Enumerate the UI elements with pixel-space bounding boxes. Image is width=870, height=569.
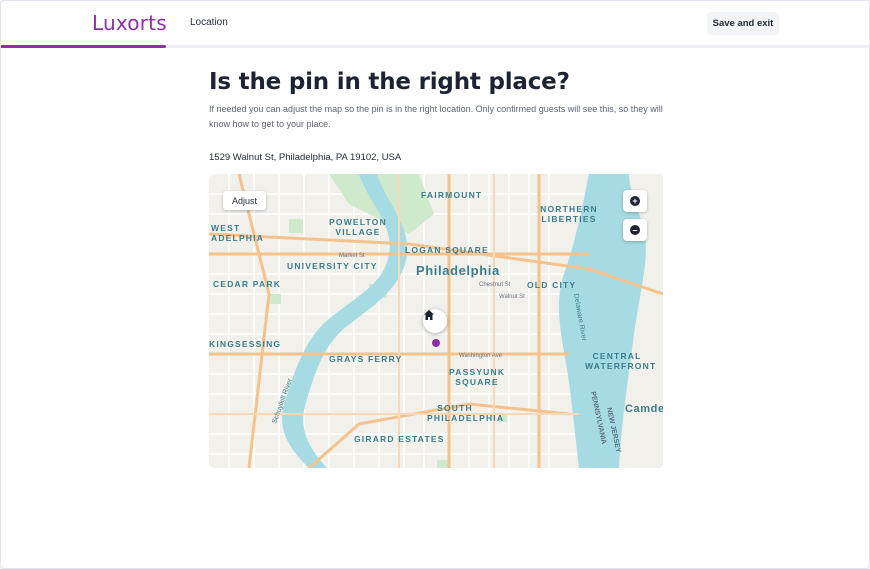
map-label-philadelphia: Philadelphia (416, 263, 500, 278)
location-pin-marker[interactable] (423, 309, 447, 333)
page-title: Is the pin in the right place? (209, 69, 570, 95)
pin-location-dot (432, 339, 440, 347)
map-label-logan-square: LOGAN SQUARE (405, 245, 489, 255)
map-label-kingsessing: KINGSESSING (209, 339, 282, 349)
save-and-exit-button[interactable]: Save and exit (707, 12, 779, 35)
app-frame: Luxorts Location Save and exit Is the pi… (0, 0, 870, 569)
progress-bar (1, 45, 166, 48)
map-label-grays-ferry: GRAYS FERRY (329, 354, 403, 364)
map-view[interactable]: Market St Chestnut St Walnut St Washingt… (209, 174, 663, 468)
map-label-west-philadelphia: WEST ADELPHIA (211, 223, 265, 243)
map-label-passyunk-square: PASSYUNK SQUARE (449, 367, 506, 387)
minus-icon: – (630, 225, 640, 235)
map-label-old-city: OLD CITY (527, 280, 577, 290)
progress-track (1, 45, 869, 48)
street-label-washington: Washington Ave (459, 353, 503, 359)
map-label-university-city: UNIVERSITY CITY (287, 261, 378, 271)
plus-icon: + (630, 196, 640, 206)
street-label-market: Market St (339, 253, 365, 259)
map-label-camden: Camde (625, 403, 663, 415)
step-title-location: Location (190, 17, 228, 28)
page-subtitle: If needed you can adjust the map so the … (209, 104, 663, 129)
home-icon (424, 310, 434, 320)
zoom-out-button[interactable]: – (623, 219, 647, 241)
zoom-in-button[interactable]: + (623, 190, 647, 212)
map-label-south-philadelphia: SOUTH PHILADELPHIA (427, 403, 505, 423)
adjust-map-button[interactable]: Adjust (223, 191, 266, 210)
brand-logo[interactable]: Luxorts (92, 11, 167, 35)
map-label-girard-estates: GIRARD ESTATES (354, 434, 445, 444)
map-label-central-waterfront: CENTRAL WATERFRONT (585, 351, 657, 371)
map-label-fairmount: FAIRMOUNT (421, 190, 483, 200)
map-label-northern-liberties: NORTHERN LIBERTIES (540, 204, 598, 224)
top-bar: Luxorts Location Save and exit (1, 1, 869, 48)
map-label-powelton-village: POWELTON VILLAGE (329, 217, 387, 237)
street-label-chestnut: Chestnut St (479, 282, 511, 288)
map-label-cedar-park: CEDAR PARK (213, 279, 282, 289)
street-label-walnut: Walnut St (499, 294, 525, 300)
address-text: 1529 Walnut St, Philadelphia, PA 19102, … (209, 152, 402, 163)
